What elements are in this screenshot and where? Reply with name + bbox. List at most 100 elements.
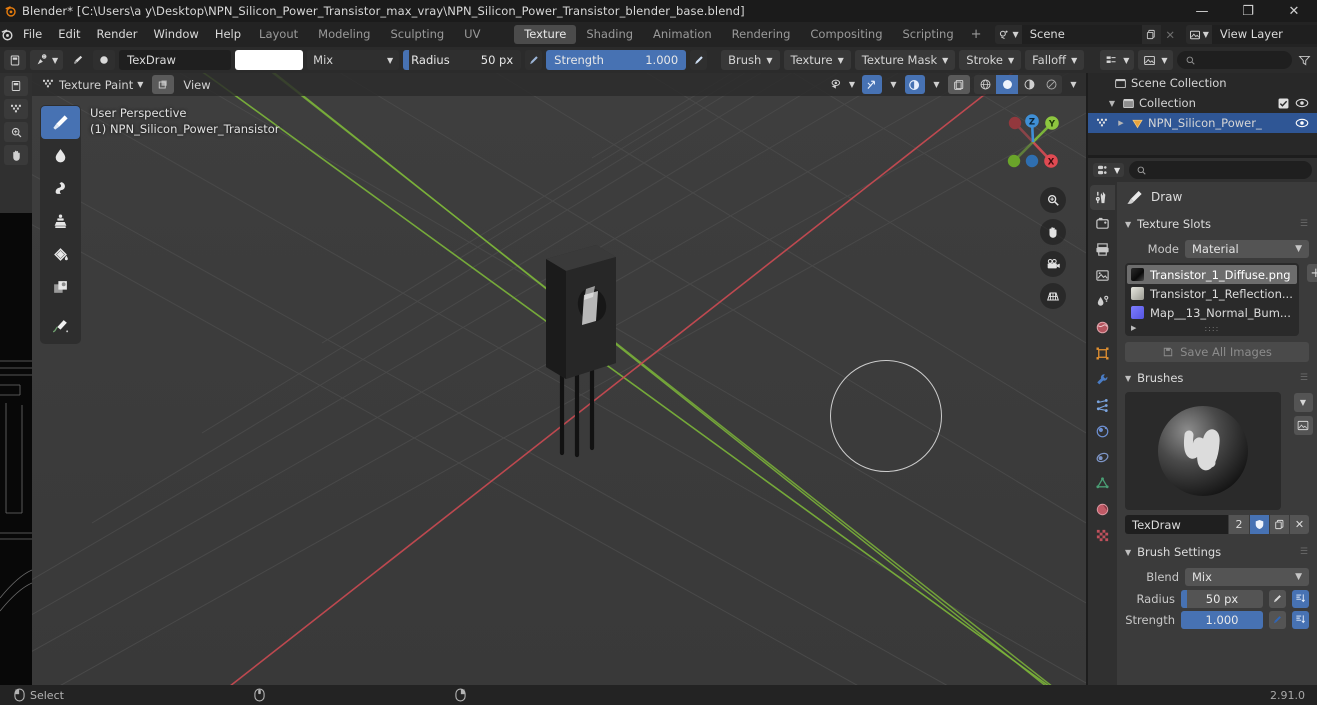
- physics-tab[interactable]: [1090, 419, 1115, 444]
- texture-slot-normal[interactable]: Map__13_Normal_Bum...: [1127, 303, 1297, 322]
- texture-mask-popover[interactable]: Texture Mask ▼: [854, 50, 956, 70]
- brush-name-field[interactable]: TexDraw: [119, 50, 232, 70]
- remove-scene-button[interactable]: ✕: [1161, 25, 1180, 44]
- workspace-tab-shading[interactable]: Shading: [576, 25, 643, 44]
- strength-pressure-toggle-icon[interactable]: [1269, 610, 1286, 629]
- texture-popover[interactable]: Texture ▼: [783, 50, 851, 70]
- filter-funnel-icon[interactable]: [1296, 50, 1313, 70]
- viewport-pivot-icon[interactable]: [152, 75, 175, 94]
- texture-slots-panel-header[interactable]: ▼ Texture Slots ☰: [1117, 212, 1317, 236]
- app-menu-logo-icon[interactable]: [0, 22, 15, 47]
- tool-clone[interactable]: [41, 205, 80, 238]
- unlink-icon[interactable]: ✕: [1290, 515, 1309, 534]
- brush-popover[interactable]: Brush ▼: [721, 50, 780, 70]
- add-workspace-button[interactable]: +: [964, 27, 989, 42]
- workspace-tab-compositing[interactable]: Compositing: [800, 25, 892, 44]
- brush-color-swatch[interactable]: [235, 50, 304, 70]
- menu-render[interactable]: Render: [89, 22, 146, 47]
- navigation-gizmo[interactable]: Y Z X: [996, 105, 1070, 179]
- shading-material-preview-icon[interactable]: [1018, 75, 1040, 94]
- tool-annotate[interactable]: [41, 310, 80, 343]
- outliner-display-mode-icon[interactable]: ▼: [1100, 50, 1135, 70]
- uv-mode-icon[interactable]: [4, 99, 28, 119]
- shading-dropdown-icon[interactable]: ▼: [1066, 75, 1081, 94]
- radius-slider[interactable]: Radius 50 px: [403, 50, 522, 70]
- uv-editor-canvas[interactable]: [0, 213, 32, 705]
- tool-tab[interactable]: [1090, 185, 1115, 210]
- uv-zoom-icon[interactable]: [4, 122, 28, 142]
- collection-expand-tri[interactable]: ▼: [1106, 99, 1118, 108]
- workspace-tab-animation[interactable]: Animation: [643, 25, 722, 44]
- object-tab[interactable]: [1090, 341, 1115, 366]
- workspace-tab-texture-paint[interactable]: Texture Paint: [514, 25, 577, 60]
- output-tab[interactable]: [1090, 237, 1115, 262]
- minimize-button[interactable]: —: [1179, 0, 1225, 22]
- menu-edit[interactable]: Edit: [50, 22, 88, 47]
- brushes-panel-header[interactable]: ▼ Brushes ☰: [1117, 366, 1317, 390]
- duplicate-icon[interactable]: [1270, 515, 1289, 534]
- brush-strength-slider[interactable]: 1.000: [1181, 610, 1263, 629]
- viewport-view-menu[interactable]: View: [178, 75, 215, 94]
- tool-soften[interactable]: [41, 139, 80, 172]
- overlays-popover[interactable]: [905, 75, 925, 94]
- brush-icon[interactable]: [67, 50, 89, 70]
- texture-paint-mode-icon[interactable]: [4, 50, 26, 70]
- workspace-tab-scripting[interactable]: Scripting: [893, 25, 964, 44]
- 3d-viewport[interactable]: Texture Paint ▼ View ▼ ▼ ▼ ▼ User Perspe…: [32, 73, 1086, 685]
- fake-user-icon[interactable]: [1250, 515, 1269, 534]
- shading-rendered-icon[interactable]: [1040, 75, 1062, 94]
- texture-tab[interactable]: [1090, 523, 1115, 548]
- texture-slot-diffuse[interactable]: Transistor_1_Diffuse.png: [1127, 265, 1297, 284]
- add-texture-slot-button[interactable]: +: [1306, 264, 1317, 282]
- tool-mask[interactable]: [41, 271, 80, 304]
- uv-hand-icon[interactable]: [4, 145, 28, 165]
- radius-pressure-icon[interactable]: [525, 50, 543, 70]
- outliner-row-npn-silicon-power[interactable]: ▶ NPN_Silicon_Power_: [1088, 113, 1317, 133]
- xray-toggle-icon[interactable]: [948, 75, 970, 94]
- brush-settings-panel-header[interactable]: ▼ Brush Settings ☰: [1117, 540, 1317, 564]
- object-eye-icon[interactable]: [1295, 118, 1309, 128]
- tool-fill[interactable]: [41, 238, 80, 271]
- outliner-row-collection[interactable]: ▼ Collection: [1088, 93, 1317, 113]
- texture-mode-dropdown[interactable]: Material ▼: [1185, 239, 1309, 258]
- texture-slot-reflection[interactable]: Transistor_1_Reflection...: [1127, 284, 1297, 303]
- workspace-tab-layout[interactable]: Layout: [249, 25, 308, 44]
- brush-blend-dropdown[interactable]: Mix ▼: [1185, 567, 1309, 586]
- object-expand-tri[interactable]: ▶: [1115, 119, 1127, 127]
- uv-editor-type-icon[interactable]: [4, 76, 28, 96]
- stroke-popover[interactable]: Stroke ▼: [959, 50, 1022, 70]
- strength-unit-toggle-icon[interactable]: [1292, 610, 1309, 629]
- world-tab[interactable]: [1090, 315, 1115, 340]
- falloff-popover[interactable]: Falloff ▼: [1025, 50, 1085, 70]
- brush-users-count[interactable]: 2: [1229, 515, 1249, 534]
- texture-slot-list-resize[interactable]: ▶ ::::: [1127, 322, 1297, 334]
- view-layer-name-field[interactable]: View Layer: [1211, 25, 1317, 44]
- collection-eye-icon[interactable]: [1295, 98, 1309, 108]
- grid-icon[interactable]: [1040, 283, 1066, 309]
- modifier-tab[interactable]: [1090, 367, 1115, 392]
- workspace-tab-modeling[interactable]: Modeling: [308, 25, 380, 44]
- brush-list-dropdown-icon[interactable]: ▼: [1293, 393, 1313, 412]
- workspace-tab-uv-editing[interactable]: UV Editing: [454, 25, 514, 60]
- scene-tab[interactable]: [1090, 289, 1115, 314]
- particles-tab[interactable]: [1090, 393, 1115, 418]
- properties-search-input[interactable]: [1129, 161, 1312, 179]
- menu-file[interactable]: File: [15, 22, 50, 47]
- outliner-search-input[interactable]: [1176, 51, 1292, 69]
- view-layer-tab[interactable]: [1090, 263, 1115, 288]
- new-scene-button[interactable]: [1141, 25, 1161, 44]
- render-tab[interactable]: [1090, 211, 1115, 236]
- viewport-mode-selector[interactable]: Texture Paint ▼: [37, 75, 148, 94]
- radius-unit-toggle-icon[interactable]: [1292, 589, 1309, 608]
- gizmo-dropdown-icon[interactable]: ▼: [886, 75, 901, 94]
- object-data-tab[interactable]: [1090, 471, 1115, 496]
- hand-icon[interactable]: [1040, 219, 1066, 245]
- radius-pressure-toggle-icon[interactable]: [1269, 589, 1286, 608]
- camera-icon[interactable]: [1040, 251, 1066, 277]
- workspace-tab-rendering[interactable]: Rendering: [722, 25, 801, 44]
- brush-preview-image-icon[interactable]: [1293, 416, 1313, 435]
- brush-preset-selector[interactable]: ▼: [30, 50, 64, 70]
- outliner-row-scene-collection[interactable]: Scene Collection: [1088, 73, 1317, 93]
- scene-browse-icon[interactable]: ▼: [994, 25, 1022, 44]
- brush-datablock-name[interactable]: TexDraw: [1125, 515, 1228, 534]
